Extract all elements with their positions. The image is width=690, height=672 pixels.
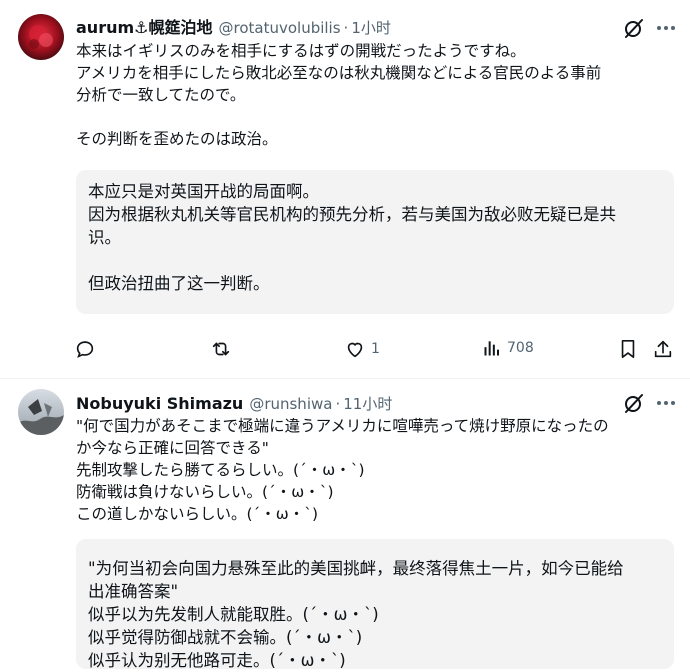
translation-line: 但政治扭曲了这一判断。	[88, 274, 270, 293]
author-handle[interactable]: @runshiwa	[249, 395, 332, 413]
more-options-icon[interactable]	[654, 391, 678, 415]
post-text-line: アメリカを相手にしたら敗北必至なのは秋丸機関などによる官民のよる事前	[76, 64, 602, 82]
post-text-line: "何で国力があそこまで極端に違うアメリカに喧嘩売って焼け野原になったの	[76, 417, 609, 435]
post-aurum[interactable]: aurum⚓幌筵泊地 @rotatuvolubilis · 1小时 本来はイギリ…	[0, 0, 690, 378]
action-bar: 1 708	[0, 338, 690, 362]
post-text: 本来はイギリスのみを相手にするはずの開戦だったようですね。 アメリカを相手にした…	[76, 40, 601, 150]
author-handle[interactable]: @rotatuvolubilis	[219, 19, 341, 37]
like-count: 1	[371, 341, 380, 357]
translation-line: 因为根据秋丸机关等官民机构的预先分析，若与美国为敌必败无疑已是共	[88, 205, 616, 224]
post-text-line: この道しかないらしい。(´・ω・`)	[76, 505, 319, 523]
translation-line: 本应只是对英国开战的局面啊。	[88, 182, 319, 201]
grok-icon[interactable]	[622, 16, 646, 40]
translation-box: 本应只是对英国开战的局面啊。 因为根据秋丸机关等官民机构的预先分析，若与美国为敌…	[76, 170, 674, 314]
views-count: 708	[507, 340, 534, 356]
timestamp[interactable]: 1小时	[351, 17, 391, 38]
translation-line: 似乎以为先发制人就能取胜。(´・ω・`)	[88, 605, 379, 624]
bookmark-button[interactable]	[618, 338, 638, 360]
translation-line: 似乎认为别无他路可走。(´・ω・`)	[88, 651, 346, 670]
post-text-line: か今なら正確に回答できる"	[76, 439, 269, 457]
timestamp[interactable]: 11小时	[343, 393, 392, 414]
translation-line: 似乎觉得防御战就不会输。(´・ω・`)	[88, 628, 363, 647]
translation-line	[88, 249, 616, 272]
like-button[interactable]: 1	[344, 338, 380, 360]
more-options-icon[interactable]	[654, 16, 678, 40]
post-text-line	[76, 106, 601, 128]
post-text-line: 防衛戦は負けないらしい。(´・ω・`)	[76, 483, 334, 501]
avatar[interactable]	[18, 14, 64, 60]
reply-icon	[76, 341, 94, 358]
repost-button[interactable]	[210, 338, 232, 360]
separator: ·	[335, 395, 341, 413]
post-text: "何で国力があそこまで極端に違うアメリカに喧嘩売って焼け野原になったの か今なら…	[76, 415, 609, 525]
views-icon	[484, 341, 499, 356]
avatar[interactable]	[18, 389, 64, 435]
post-header: Nobuyuki Shimazu @runshiwa · 11小时	[76, 393, 392, 414]
share-button[interactable]	[652, 338, 674, 360]
heart-icon	[347, 342, 363, 358]
post-header: aurum⚓幌筵泊地 @rotatuvolubilis · 1小时	[76, 14, 391, 38]
share-icon	[654, 340, 672, 358]
post-text-line: 先制攻撃したら勝てるらしい。(´・ω・`)	[76, 461, 365, 479]
translation-box: "为何当初会向国力悬殊至此的美国挑衅，最终落得焦土一片，如今已能给 出准确答案"…	[76, 539, 674, 670]
repost-icon	[212, 342, 230, 356]
post-text-line: 本来はイギリスのみを相手にするはずの開戦だったようですね。	[76, 42, 526, 60]
post-text-line: 分析で一致してたので。	[76, 86, 246, 104]
translation-line: 识。	[88, 228, 121, 247]
author-name[interactable]: Nobuyuki Shimazu	[76, 394, 243, 413]
grok-icon[interactable]	[622, 391, 646, 415]
post-text-line: その判断を歪めたのは政治。	[76, 130, 278, 148]
bookmark-icon	[621, 340, 635, 358]
translation-line: 出准确答案"	[88, 582, 179, 601]
author-name[interactable]: aurum⚓幌筵泊地	[76, 14, 213, 38]
separator: ·	[343, 19, 349, 37]
post-shimazu[interactable]: Nobuyuki Shimazu @runshiwa · 11小时 "何で国力が…	[0, 379, 690, 670]
translation-line: "为何当初会向国力悬殊至此的美国挑衅，最终落得焦土一片，如今已能给	[88, 559, 624, 578]
reply-button[interactable]	[74, 338, 96, 360]
views-button[interactable]: 708	[482, 338, 534, 358]
